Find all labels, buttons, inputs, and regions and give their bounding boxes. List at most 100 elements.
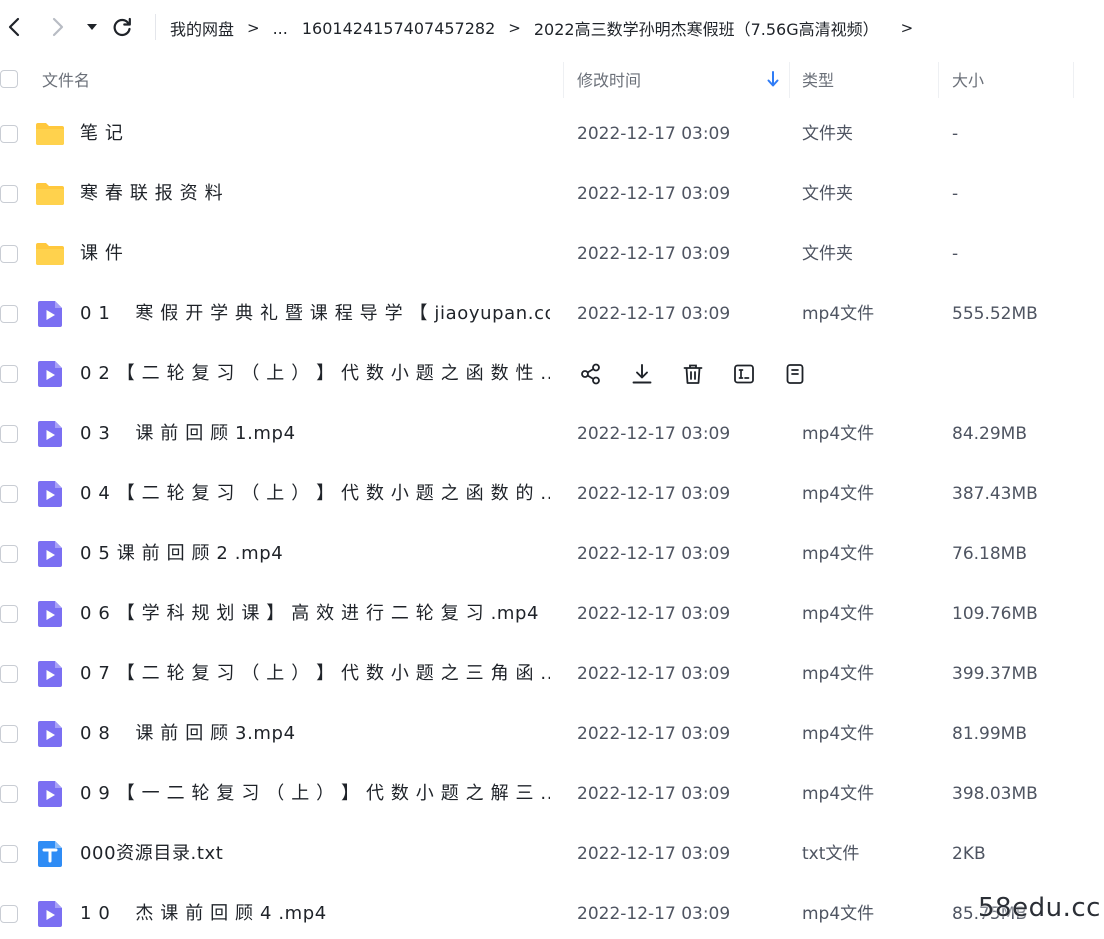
row-checkbox[interactable] — [0, 425, 18, 443]
file-type: mp4文件 — [802, 424, 875, 444]
row-checkbox[interactable] — [0, 545, 18, 563]
column-divider[interactable] — [563, 62, 564, 98]
file-size: 398.03MB — [952, 784, 1038, 804]
file-row[interactable]: 0 5 课 前 回 顾 2 .mp4 2022-12-17 03:09 mp4文… — [0, 524, 1104, 584]
row-checkbox[interactable] — [0, 305, 18, 323]
file-name[interactable]: 0 2 【 二 轮 复 习 （ 上 ） 】 代 数 小 题 之 函 数 性 ..… — [80, 344, 550, 404]
column-header-type[interactable]: 类型 — [802, 54, 834, 104]
file-row[interactable]: 笔 记 2022-12-17 03:09 文件夹 - — [0, 104, 1104, 164]
file-name[interactable]: 0 8 课 前 回 顾 3.mp4 — [80, 704, 296, 764]
row-checkbox[interactable] — [0, 665, 18, 683]
nav-divider — [155, 14, 156, 40]
back-arrow-icon[interactable] — [0, 12, 28, 42]
column-header-size[interactable]: 大小 — [952, 54, 984, 104]
file-name[interactable]: 笔 记 — [80, 104, 124, 164]
file-row[interactable]: 0 4 【 二 轮 复 习 （ 上 ） 】 代 数 小 题 之 函 数 的 ..… — [0, 464, 1104, 524]
more-icon[interactable] — [781, 360, 809, 388]
video-file-icon — [38, 601, 62, 627]
file-name[interactable]: 0 1 寒 假 开 学 典 礼 暨 课 程 导 学 【 jiaoyupan.co… — [80, 284, 550, 344]
file-name[interactable]: 0 5 课 前 回 顾 2 .mp4 — [80, 524, 283, 584]
file-modified-time: 2022-12-17 03:09 — [577, 604, 731, 624]
file-row[interactable]: 000资源目录.txt 2022-12-17 03:09 txt文件 2KB — [0, 824, 1104, 884]
folder-icon — [36, 123, 64, 145]
breadcrumb-expand-chevron[interactable]: > — [901, 19, 914, 37]
file-row[interactable]: 寒 春 联 报 资 料 2022-12-17 03:09 文件夹 - — [0, 164, 1104, 224]
breadcrumb: 我的网盘 > ... 1601424157407457282 > 2022高三数… — [170, 15, 926, 41]
download-icon[interactable] — [628, 360, 656, 388]
file-modified-time: 2022-12-17 03:09 — [577, 244, 731, 264]
forward-arrow-icon[interactable] — [44, 12, 72, 42]
file-table-header: 文件名 修改时间 类型 大小 — [0, 54, 1104, 104]
file-type: mp4文件 — [802, 664, 875, 684]
column-header-name[interactable]: 文件名 — [42, 54, 90, 104]
file-row[interactable]: 0 3 课 前 回 顾 1.mp4 2022-12-17 03:09 mp4文件… — [0, 404, 1104, 464]
row-hover-actions — [577, 360, 832, 388]
file-type: mp4文件 — [802, 484, 875, 504]
file-row[interactable]: 0 9 【 一 二 轮 复 习 （ 上 ） 】 代 数 小 题 之 解 三 ..… — [0, 764, 1104, 824]
select-all-checkbox[interactable] — [0, 70, 18, 88]
video-file-icon — [38, 301, 62, 327]
file-size: 109.76MB — [952, 604, 1038, 624]
file-name[interactable]: 1 0 杰 课 前 回 顾 4 .mp4 — [80, 884, 327, 939]
file-type: mp4文件 — [802, 784, 875, 804]
row-checkbox[interactable] — [0, 605, 18, 623]
folder-icon — [36, 183, 64, 205]
file-row[interactable]: 0 8 课 前 回 顾 3.mp4 2022-12-17 03:09 mp4文件… — [0, 704, 1104, 764]
file-row[interactable]: 0 7 【 二 轮 复 习 （ 上 ） 】 代 数 小 题 之 三 角 函 ..… — [0, 644, 1104, 704]
file-modified-time: 2022-12-17 03:09 — [577, 424, 731, 444]
rename-icon[interactable] — [730, 360, 758, 388]
file-name[interactable]: 0 4 【 二 轮 复 习 （ 上 ） 】 代 数 小 题 之 函 数 的 ..… — [80, 464, 550, 524]
file-row[interactable]: 课 件 2022-12-17 03:09 文件夹 - — [0, 224, 1104, 284]
delete-icon[interactable] — [679, 360, 707, 388]
file-type: mp4文件 — [802, 304, 875, 324]
file-name[interactable]: 0 3 课 前 回 顾 1.mp4 — [80, 404, 296, 464]
file-list: 笔 记 2022-12-17 03:09 文件夹 - 寒 春 联 报 资 料 2… — [0, 104, 1104, 939]
breadcrumb-item-folder-id[interactable]: 1601424157407457282 — [302, 19, 495, 38]
row-checkbox[interactable] — [0, 245, 18, 263]
file-name[interactable]: 0 9 【 一 二 轮 复 习 （ 上 ） 】 代 数 小 题 之 解 三 ..… — [80, 764, 550, 824]
file-name[interactable]: 课 件 — [80, 224, 124, 284]
row-checkbox[interactable] — [0, 725, 18, 743]
file-type: mp4文件 — [802, 724, 875, 744]
row-checkbox[interactable] — [0, 125, 18, 143]
file-type: 文件夹 — [802, 124, 853, 144]
row-checkbox[interactable] — [0, 785, 18, 803]
file-size: 76.18MB — [952, 544, 1027, 564]
file-modified-time: 2022-12-17 03:09 — [577, 304, 731, 324]
history-dropdown-icon[interactable] — [78, 12, 106, 42]
file-modified-time: 2022-12-17 03:09 — [577, 724, 731, 744]
file-row[interactable]: 0 2 【 二 轮 复 习 （ 上 ） 】 代 数 小 题 之 函 数 性 ..… — [0, 344, 1104, 404]
breadcrumb-item-root[interactable]: 我的网盘 — [170, 16, 234, 40]
column-header-mtime[interactable]: 修改时间 — [577, 54, 641, 104]
refresh-icon[interactable] — [108, 12, 136, 42]
breadcrumb-item-current[interactable]: 2022高三数学孙明杰寒假班（7.56G高清视频） — [534, 16, 879, 40]
video-file-icon — [38, 481, 62, 507]
file-size: 2KB — [952, 844, 986, 864]
file-name[interactable]: 0 7 【 二 轮 复 习 （ 上 ） 】 代 数 小 题 之 三 角 函 ..… — [80, 644, 550, 704]
column-divider[interactable] — [1073, 62, 1074, 98]
row-checkbox[interactable] — [0, 485, 18, 503]
breadcrumb-item-ellipsis[interactable]: ... — [273, 19, 288, 38]
file-row[interactable]: 0 1 寒 假 开 学 典 礼 暨 课 程 导 学 【 jiaoyupan.co… — [0, 284, 1104, 344]
file-type: mp4文件 — [802, 604, 875, 624]
file-modified-time: 2022-12-17 03:09 — [577, 904, 731, 924]
file-name[interactable]: 寒 春 联 报 资 料 — [80, 164, 223, 224]
file-name[interactable]: 000资源目录.txt — [80, 824, 223, 884]
column-divider[interactable] — [789, 62, 790, 98]
video-file-icon — [38, 541, 62, 567]
file-size: 555.52MB — [952, 304, 1038, 324]
row-checkbox[interactable] — [0, 365, 18, 383]
file-type: mp4文件 — [802, 544, 875, 564]
row-checkbox[interactable] — [0, 905, 18, 923]
share-icon[interactable] — [577, 360, 605, 388]
video-file-icon — [38, 781, 62, 807]
file-row[interactable]: 0 6 【 学 科 规 划 课 】 高 效 进 行 二 轮 复 习 .mp4 2… — [0, 584, 1104, 644]
file-row[interactable]: 1 0 杰 课 前 回 顾 4 .mp4 2022-12-17 03:09 mp… — [0, 884, 1104, 939]
row-checkbox[interactable] — [0, 185, 18, 203]
sort-descending-icon[interactable] — [766, 70, 780, 88]
file-name[interactable]: 0 6 【 学 科 规 划 课 】 高 效 进 行 二 轮 复 习 .mp4 — [80, 584, 539, 644]
file-size: - — [952, 124, 959, 144]
watermark-text: 58edu.cc — [978, 893, 1101, 923]
column-divider[interactable] — [938, 62, 939, 98]
row-checkbox[interactable] — [0, 845, 18, 863]
